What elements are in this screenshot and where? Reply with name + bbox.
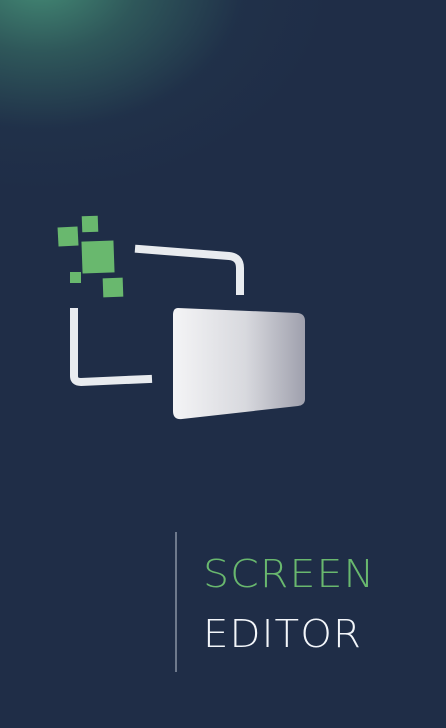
pixel-squares-icon xyxy=(57,215,124,298)
app-title-line-2: EDITOR xyxy=(203,612,363,656)
screen-panel-icon xyxy=(173,308,305,420)
app-title-line-1: SCREEN xyxy=(203,552,376,596)
splash-screen: SCREEN EDITOR xyxy=(0,0,446,728)
screen-editor-logo-icon xyxy=(57,215,305,420)
divider-line xyxy=(175,532,177,672)
